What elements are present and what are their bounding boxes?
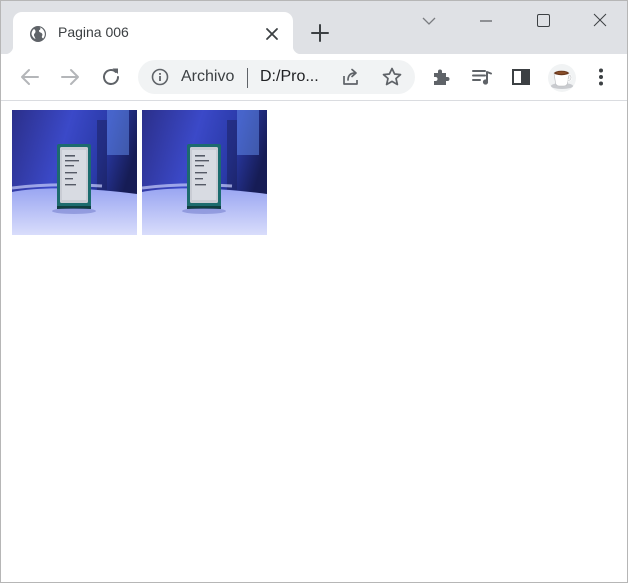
tab-close-icon[interactable] bbox=[263, 25, 281, 43]
site-info-icon[interactable] bbox=[151, 68, 169, 86]
forward-arrow-icon[interactable] bbox=[58, 65, 82, 89]
bookmark-star-icon[interactable] bbox=[381, 66, 403, 88]
new-tab-plus-icon[interactable] bbox=[309, 22, 331, 44]
reload-icon[interactable] bbox=[99, 65, 123, 89]
tab-title: Pagina 006 bbox=[58, 24, 129, 40]
active-tab[interactable]: Pagina 006 bbox=[5, 12, 301, 54]
omnibox-divider bbox=[247, 68, 248, 88]
kebab-menu-icon[interactable] bbox=[589, 65, 613, 89]
globe-icon bbox=[29, 25, 47, 43]
address-bar[interactable]: Archivo D:/Pro... bbox=[138, 60, 415, 94]
site-chip-label: Archivo bbox=[181, 68, 235, 85]
window-close-icon[interactable] bbox=[577, 1, 623, 41]
side-panel-icon[interactable] bbox=[509, 65, 533, 89]
share-icon[interactable] bbox=[341, 67, 361, 87]
media-playlist-icon[interactable] bbox=[470, 65, 494, 89]
url-text[interactable]: D:/Pro... bbox=[260, 68, 319, 86]
maximize-icon[interactable] bbox=[520, 1, 566, 41]
profile-avatar-coffee-cup-icon[interactable] bbox=[548, 64, 576, 92]
extensions-puzzle-icon[interactable] bbox=[429, 65, 453, 89]
cpu-photo-image bbox=[12, 110, 137, 235]
tab-search-chevron-down-icon[interactable] bbox=[411, 1, 447, 41]
tab-strip: Pagina 006 bbox=[1, 1, 627, 54]
browser-window: Pagina 006 Archivo D:/Pro... bbox=[0, 0, 628, 583]
browser-toolbar: Archivo D:/Pro... bbox=[1, 54, 627, 101]
page-content bbox=[1, 101, 627, 582]
minimize-icon[interactable] bbox=[463, 1, 509, 41]
cpu-photo-image bbox=[142, 110, 267, 235]
back-arrow-icon[interactable] bbox=[18, 65, 42, 89]
